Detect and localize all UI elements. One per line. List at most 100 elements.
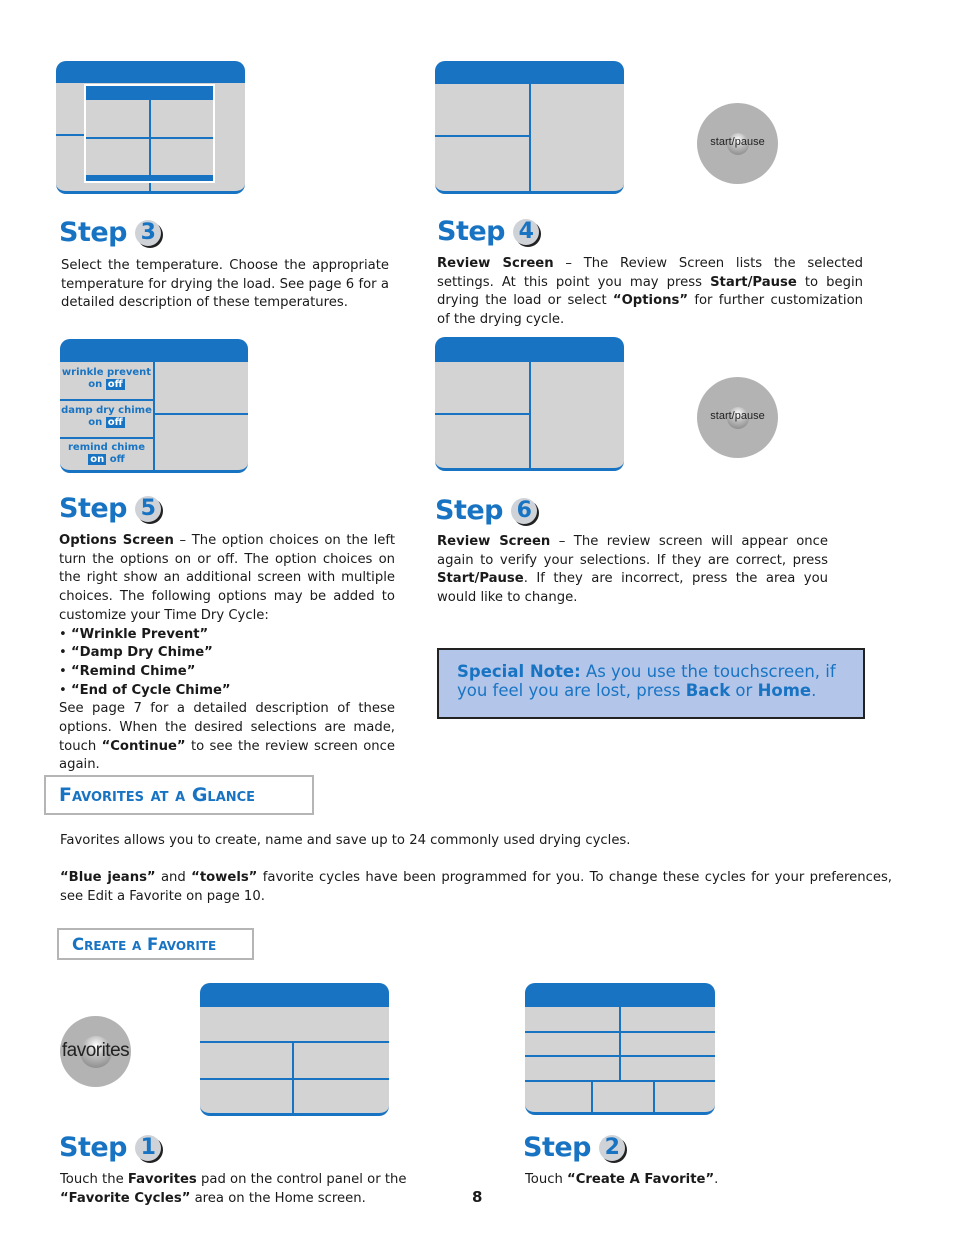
bullet-text: “Remind Chime” [70, 663, 196, 679]
screen-header-bar [525, 983, 715, 1007]
screen-header-bar [200, 983, 389, 1007]
back-term: Back [685, 681, 731, 700]
step2-description: Touch “Create A Favorite”. [525, 1171, 825, 1190]
start-pause-term: Start/Pause [710, 274, 797, 290]
option-label: wrinkle prevent [61, 367, 152, 378]
popup-footer-bar [86, 175, 213, 181]
favorites-term: Favorites [127, 1172, 197, 1187]
text-span: or [730, 681, 758, 700]
section-title: Favorites at a Glance [59, 784, 256, 806]
home-term: Home [757, 681, 812, 700]
step1-home-screen-illustration [200, 983, 389, 1116]
text-span: Touch [525, 1172, 568, 1187]
step5-description: Options Screen – The option choices on t… [59, 532, 395, 775]
step-label: Step [523, 1132, 592, 1163]
screen-divider [200, 1078, 389, 1080]
bullet-item: • “Wrinkle Prevent” [59, 626, 209, 642]
blue-jeans-term: “Blue jeans” [60, 870, 156, 885]
step6-description: Review Screen – The review screen will a… [437, 533, 828, 608]
step5-options-screen-illustration: wrinkle prevent on off damp dry chime on… [60, 339, 248, 473]
bullet-item: • “Damp Dry Chime” [59, 645, 213, 661]
start-pause-label: start/pause [710, 410, 765, 422]
text-span: Touch the [60, 1172, 128, 1187]
step3-description: Select the temperature. Choose the appro… [61, 258, 389, 311]
screen-divider [525, 1031, 715, 1033]
text-span: pad on the control panel or the [196, 1172, 407, 1187]
step5-heading: Step 5 [59, 493, 161, 524]
option-off-toggle[interactable]: off [110, 454, 125, 465]
screen-divider [60, 437, 154, 439]
favorites-pad[interactable]: favorites [60, 1016, 131, 1087]
option-off-toggle[interactable]: off [105, 417, 125, 428]
screen-divider [529, 362, 531, 468]
bullet-item: • “Remind Chime” [59, 663, 196, 679]
screen-divider [200, 1041, 389, 1043]
bullet-text: “End of Cycle Chime” [70, 682, 231, 698]
option-damp-dry-chime[interactable]: damp dry chime on off [60, 405, 153, 429]
favorite-cycles-term: “Favorite Cycles” [60, 1190, 191, 1206]
option-remind-chime[interactable]: remind chime on off [60, 442, 153, 466]
towels-term: “towels” [191, 870, 258, 885]
screen-header-bar [60, 339, 248, 362]
screen-divider [525, 1080, 715, 1082]
start-pause-label: start/pause [710, 136, 765, 148]
screen-header-bar [56, 61, 245, 83]
popup-header-bar [86, 86, 213, 100]
bullet-text: “Wrinkle Prevent” [70, 626, 209, 642]
option-on-toggle[interactable]: on [88, 417, 102, 428]
bullet-text: “Damp Dry Chime” [70, 645, 213, 661]
option-on-toggle[interactable]: on [88, 379, 102, 390]
bullet-item: • “End of Cycle Chime” [59, 682, 231, 698]
screen-divider [56, 134, 86, 136]
special-note-title: Special Note: [457, 662, 581, 681]
step-label: Step [59, 217, 128, 248]
create-a-favorite-term: “Create A Favorite” [567, 1172, 715, 1187]
create-a-favorite-heading: Create a Favorite [57, 928, 254, 960]
step1-description: Touch the Favorites pad on the control p… [60, 1171, 410, 1208]
text-span: and [155, 870, 192, 885]
option-label: damp dry chime [61, 405, 152, 416]
section-title: Create a Favorite [72, 934, 217, 954]
step4-description: Review Screen – The Review Screen lists … [437, 255, 863, 330]
screen-divider [619, 1007, 621, 1081]
favorites-intro: Favorites allows you to create, name and… [60, 833, 631, 848]
step4-review-screen-illustration [435, 61, 624, 194]
popup-divider [149, 100, 151, 180]
screen-header-bar [435, 337, 624, 362]
step-number-badge: 5 [135, 495, 161, 522]
step-label: Step [437, 216, 506, 247]
continue-term: “Continue” [101, 738, 186, 754]
screen-divider [529, 84, 531, 191]
screen-divider [525, 1055, 715, 1057]
review-screen-term: Review Screen [437, 256, 554, 271]
text-span: . [811, 681, 817, 700]
step2-favorites-screen-illustration [525, 983, 715, 1115]
step-label: Step [435, 495, 504, 526]
screen-divider [153, 362, 155, 470]
step4-heading: Step 4 [437, 216, 539, 247]
favorites-label: favorites [61, 1040, 130, 1061]
screen-divider [435, 413, 530, 415]
options-screen-term: Options Screen [59, 533, 174, 548]
text-span: . [714, 1172, 719, 1187]
review-screen-term: Review Screen [437, 534, 551, 549]
screen-divider [292, 1041, 294, 1113]
screen-divider [591, 1080, 593, 1112]
start-pause-pad[interactable]: start/pause [697, 377, 778, 458]
step6-review-screen-illustration [435, 337, 624, 471]
screen-divider [653, 1080, 655, 1112]
favorites-at-a-glance-heading: Favorites at a Glance [44, 775, 314, 815]
option-off-toggle[interactable]: off [105, 379, 125, 390]
screen-divider [435, 135, 530, 137]
start-pause-pad[interactable]: start/pause [697, 103, 778, 184]
screen-divider [154, 413, 248, 415]
screen-header-bar [435, 61, 624, 84]
text-span: area on the Home screen. [190, 1190, 366, 1206]
option-wrinkle-prevent[interactable]: wrinkle prevent on off [60, 367, 153, 391]
step-number-badge: 1 [135, 1134, 161, 1161]
step-label: Step [59, 1132, 128, 1163]
start-pause-term: Start/Pause [437, 571, 524, 587]
favorites-preset-info: “Blue jeans” and “towels” favorite cycle… [60, 869, 892, 906]
options-term: “Options” [612, 293, 689, 309]
option-on-toggle[interactable]: on [88, 454, 107, 465]
